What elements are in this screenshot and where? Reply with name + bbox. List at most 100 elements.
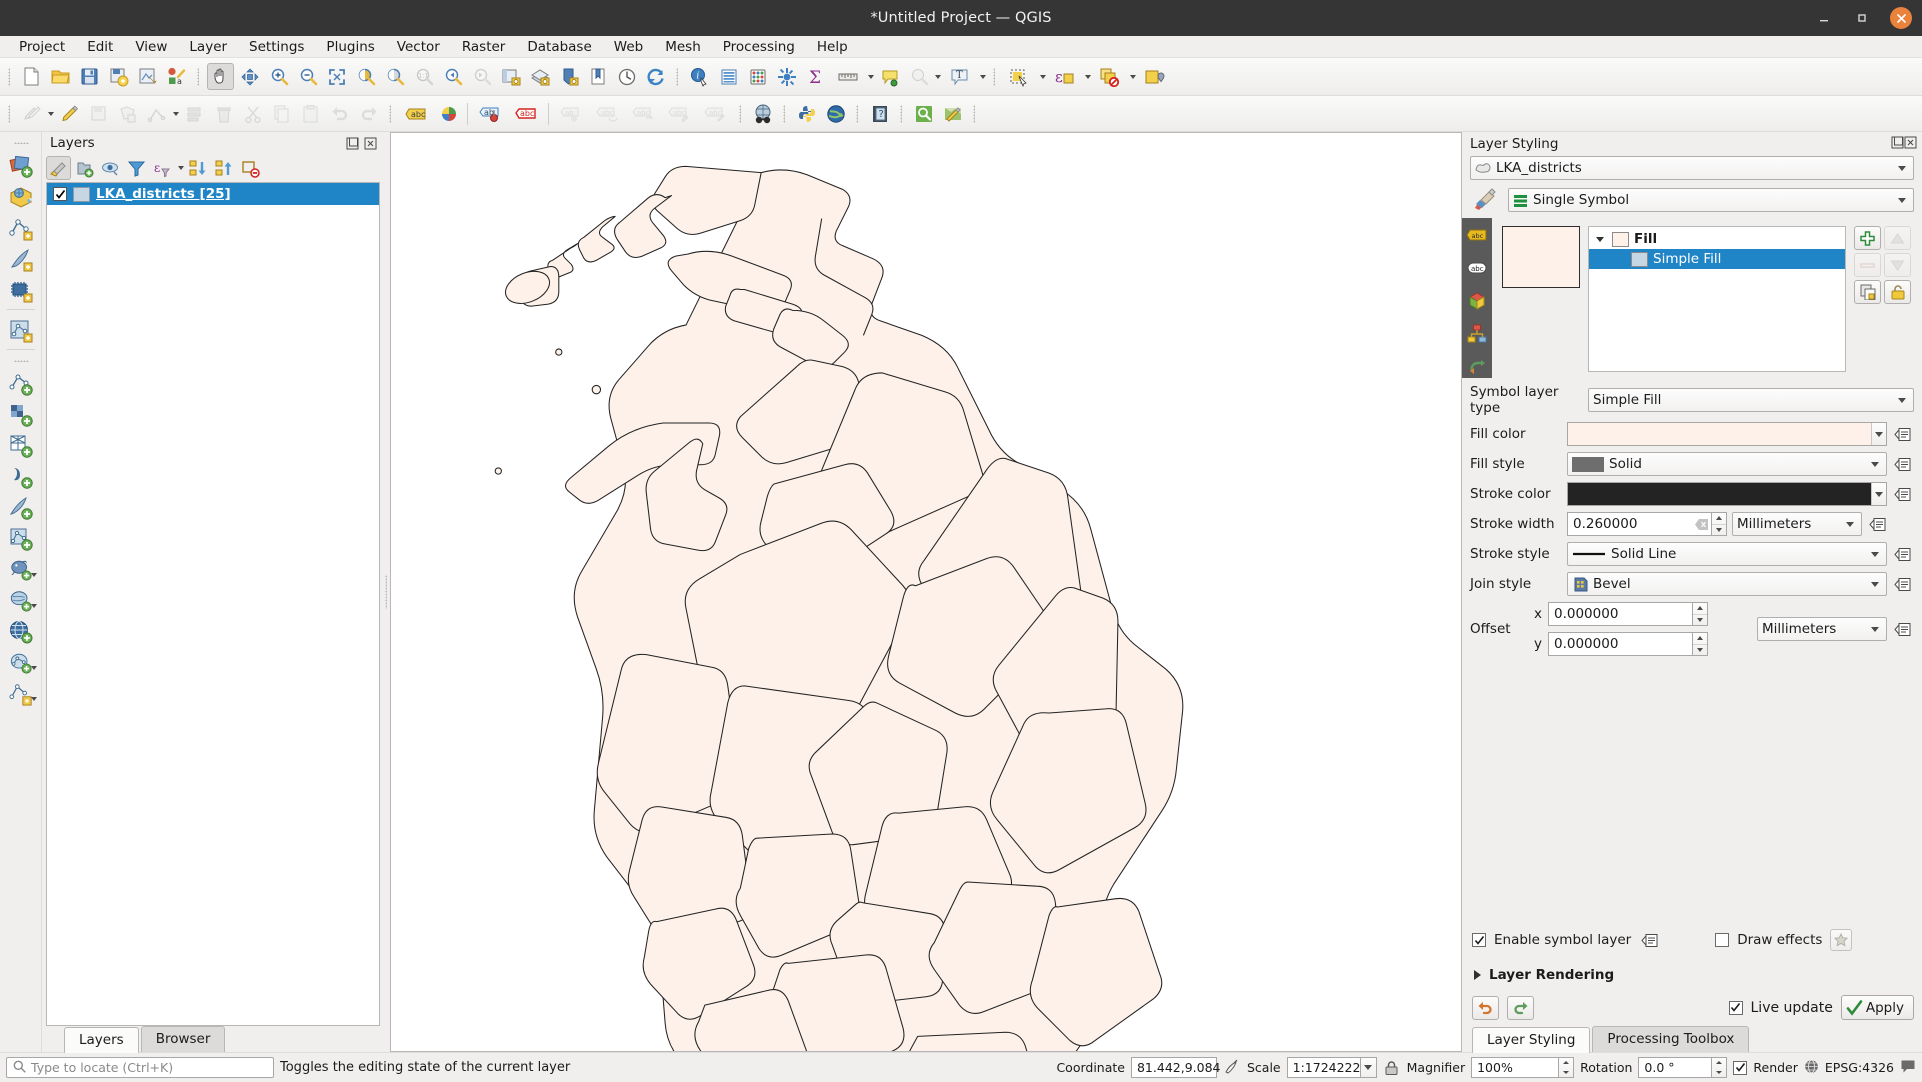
minimize-button[interactable] [1814, 8, 1834, 28]
scale-combo[interactable]: 1:1724222 [1286, 1057, 1377, 1078]
move-label-icon[interactable]: abc [590, 100, 624, 127]
georeferencer-icon[interactable] [939, 100, 966, 127]
zoom-next-icon[interactable] [468, 63, 495, 90]
menu-raster[interactable]: Raster [451, 37, 517, 57]
field-calculator-icon[interactable] [773, 63, 800, 90]
lock-scale-icon[interactable] [1383, 1058, 1401, 1078]
coordinate-input[interactable]: 81.442,9.084 [1130, 1057, 1220, 1078]
vertex-tool-caret[interactable] [171, 112, 180, 116]
stroke-style-data-defined-button[interactable] [1892, 543, 1914, 565]
scale-input[interactable]: 1:1724222 [1286, 1057, 1361, 1078]
add-raster-layer-icon[interactable] [5, 181, 37, 212]
duplicate-symbol-layer-button[interactable] [1854, 280, 1881, 304]
digitize-grip[interactable] [5, 101, 14, 127]
new-spatial-bookmark-icon[interactable] [905, 63, 932, 90]
clear-icon[interactable] [1693, 518, 1709, 530]
map-canvas[interactable] [390, 132, 1462, 1052]
rotate-label-icon[interactable]: abc [626, 100, 660, 127]
rotation-input[interactable]: 0.0 ° [1638, 1057, 1713, 1078]
redo-icon[interactable] [1507, 995, 1534, 1020]
pan-map-icon[interactable] [207, 63, 234, 90]
add-symbol-layer-button[interactable] [1854, 226, 1881, 250]
expand-all-button[interactable] [186, 156, 211, 180]
chevron-down-icon[interactable] [1868, 627, 1882, 632]
menu-vector[interactable]: Vector [386, 37, 451, 57]
chevron-down-icon[interactable] [1868, 552, 1882, 557]
chevron-down-icon[interactable] [1895, 166, 1909, 171]
rotation-stepper[interactable]: 0.0 ° [1638, 1057, 1728, 1078]
layer-labeling-icon[interactable]: abc [399, 100, 433, 127]
add-arcgis-layer-icon[interactable] [5, 678, 37, 709]
tab-layer-styling[interactable]: Layer Styling [1472, 1027, 1591, 1053]
rotation-spin-buttons[interactable] [1712, 1057, 1728, 1078]
draw-effects-settings-button[interactable] [1830, 929, 1853, 951]
postgis-caret[interactable] [31, 573, 37, 577]
open-attribute-table-icon[interactable] [715, 63, 742, 90]
end-grip[interactable] [970, 101, 979, 127]
remove-symbol-layer-button[interactable] [1854, 253, 1881, 277]
zoom-last-icon[interactable] [439, 63, 466, 90]
add-vector-tile-layer-icon[interactable] [5, 314, 37, 345]
fill-color-button[interactable] [1567, 422, 1887, 446]
menu-view[interactable]: View [124, 37, 178, 57]
stroke-color-dropdown[interactable] [1871, 483, 1886, 505]
add-group-button[interactable] [72, 156, 97, 180]
history-undo-icon[interactable] [1465, 356, 1489, 378]
delete-selected-icon[interactable] [210, 100, 237, 127]
save-project-icon[interactable] [76, 63, 103, 90]
zoom-native-icon[interactable]: 1:1 [410, 63, 437, 90]
messages-icon[interactable] [1900, 1058, 1916, 1077]
new-mesh-layer-icon[interactable] [5, 523, 37, 554]
move-symbol-layer-up-button[interactable] [1884, 226, 1911, 250]
save-project-as-icon[interactable] [105, 63, 132, 90]
undo-icon[interactable] [1472, 995, 1499, 1020]
menu-processing[interactable]: Processing [712, 37, 806, 57]
help-grip[interactable] [853, 101, 862, 127]
open-data-source-manager-icon[interactable] [5, 150, 37, 181]
processing-grip[interactable] [897, 101, 906, 127]
style-manager-icon[interactable]: a [163, 63, 190, 90]
magnifier-spin-buttons[interactable] [1559, 1057, 1575, 1078]
chevron-down-icon[interactable] [1868, 462, 1882, 467]
menu-database[interactable]: Database [516, 37, 602, 57]
add-delimited-text-layer-icon[interactable] [5, 243, 37, 274]
close-icon[interactable] [1904, 136, 1917, 153]
maximize-button[interactable] [1852, 8, 1872, 28]
modify-attributes-icon[interactable] [181, 100, 208, 127]
new-shapefile-layer-icon[interactable] [5, 368, 37, 399]
undock-icon[interactable] [345, 136, 359, 150]
current-edits-icon[interactable] [18, 100, 45, 127]
magnifier-stepper[interactable]: 100% [1471, 1057, 1575, 1078]
stroke-color-button[interactable] [1567, 482, 1887, 506]
stroke-width-unit-combo[interactable]: Millimeters [1732, 512, 1862, 536]
offset-unit-combo[interactable]: Millimeters [1757, 617, 1887, 641]
pan-to-selection-icon[interactable] [236, 63, 263, 90]
scale-dropdown-caret[interactable] [1360, 1057, 1377, 1078]
symbol-tree-child-row[interactable]: Simple Fill [1589, 249, 1845, 269]
menu-project[interactable]: Project [8, 37, 76, 57]
refresh-icon[interactable] [642, 63, 669, 90]
metasearch-icon[interactable] [749, 100, 776, 127]
masks-tab[interactable]: abc [1465, 257, 1489, 279]
bookmark-dropdown-caret[interactable] [933, 75, 942, 79]
magnifier-input[interactable]: 100% [1471, 1057, 1560, 1078]
undock-icon[interactable] [1891, 136, 1904, 153]
remove-layer-button[interactable] [238, 156, 263, 180]
labels-grip[interactable] [386, 101, 395, 127]
python-grip[interactable] [780, 101, 789, 127]
fill-color-data-defined-button[interactable] [1892, 423, 1914, 445]
labels-tab[interactable]: abc [1465, 224, 1489, 246]
layer-selector-combo[interactable]: LKA_districts [1470, 156, 1914, 180]
toolbar-grip-2[interactable] [194, 64, 203, 90]
new-spatialite-layer-icon[interactable] [5, 430, 37, 461]
add-wms-layer-icon[interactable] [5, 616, 37, 647]
layer-diagram-icon[interactable] [435, 100, 462, 127]
close-icon[interactable] [363, 136, 377, 150]
toolbar-grip[interactable] [5, 64, 14, 90]
toolbar-grip-4[interactable] [990, 64, 999, 90]
render-checkbox[interactable] [1733, 1060, 1748, 1075]
offset-x-stepper[interactable] [1693, 602, 1708, 626]
symbol-layer-tree[interactable]: Fill Simple Fill [1588, 226, 1846, 372]
chevron-down-icon[interactable] [1895, 398, 1909, 403]
arcgis-caret[interactable] [31, 697, 37, 701]
